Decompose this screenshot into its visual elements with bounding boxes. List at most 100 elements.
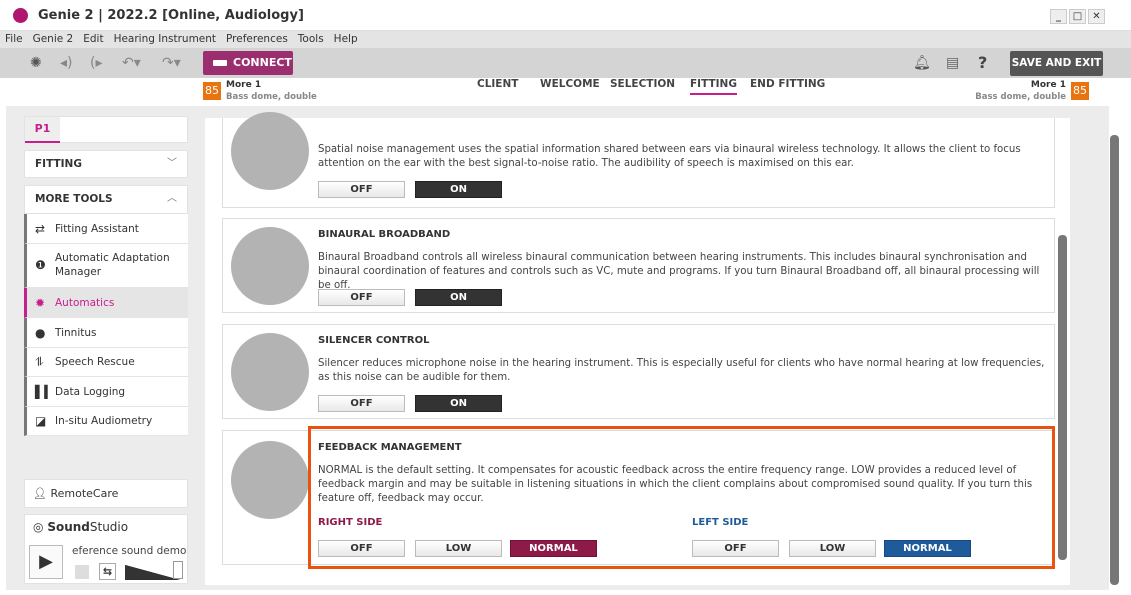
sidebar-item-tinnitus[interactable]: ● Tinnitus — [24, 318, 188, 348]
sidebar-item-label: Fitting Assistant — [55, 223, 139, 235]
tab-welcome[interactable]: WELCOME — [540, 78, 600, 90]
sidebar-item-label: Automatics — [55, 297, 115, 309]
silencer-off-button[interactable]: OFF — [318, 395, 405, 412]
remotecare-icon: 👤︎ — [33, 487, 47, 500]
menu-tools[interactable]: Tools — [293, 31, 329, 47]
card-description: Silencer reduces microphone noise in the… — [318, 358, 1045, 383]
card-title: BINAURAL BROADBAND — [318, 229, 451, 240]
silencer-on-button[interactable]: ON — [415, 395, 502, 412]
sidebar-item-label: In-situ Audiometry — [55, 415, 153, 427]
soundstudio-icon: ◎ — [33, 520, 44, 534]
spatial-off-button[interactable]: OFF — [318, 181, 405, 198]
spatial-noise-card: Spatial noise management uses the spatia… — [222, 112, 1055, 208]
tab-client[interactable]: CLIENT — [477, 78, 518, 90]
title-bar: Genie 2 | 2022.2 [Online, Audiology] _ □… — [0, 0, 1131, 31]
save-and-exit-button[interactable]: SAVE AND EXIT — [1010, 51, 1103, 76]
speaker-left-icon[interactable]: ◂) — [60, 55, 73, 71]
play-button[interactable]: ▶ — [29, 545, 63, 579]
spatial-noise-icon — [231, 112, 309, 190]
sidebar-item-label: Data Logging — [55, 386, 126, 398]
right-program: More 1 — [226, 80, 262, 90]
sidebar-item-automatics[interactable]: ✹ Automatics — [24, 288, 188, 318]
binaural-broadband-icon — [231, 227, 309, 305]
right-dome: Bass dome, double — [226, 92, 317, 102]
gear-icon: ✹ — [35, 296, 46, 310]
left-dome: Bass dome, double — [975, 92, 1066, 102]
sliders-icon: ⇄ — [35, 222, 46, 236]
sidebar-item-label: Automatic Adaptation Manager — [55, 252, 170, 278]
sidebar-item-automatic-adaptation-manager[interactable]: ❶ Automatic Adaptation Manager — [24, 244, 188, 288]
tab-p1[interactable]: P1 — [25, 117, 60, 143]
card-title: SILENCER CONTROL — [318, 335, 430, 346]
microphone-icon — [231, 333, 309, 411]
remotecare-label: RemoteCare — [50, 487, 119, 500]
sidebar-item-label: Tinnitus — [55, 327, 97, 339]
fitting-header: FITTING — [35, 158, 82, 170]
toolbar: ✺ ◂) (▸ ↶▾ ↷▾ 🔔︎ ▤ ? — [0, 48, 1131, 78]
tab-selection[interactable]: SELECTION — [610, 78, 675, 90]
sidebar-item-fitting-assistant[interactable]: ⇄ Fitting Assistant — [24, 214, 188, 244]
menu-preferences[interactable]: Preferences — [221, 31, 293, 47]
document-icon[interactable]: ▤ — [946, 55, 959, 71]
tab-end-fitting[interactable]: END FITTING — [750, 78, 825, 90]
menu-bar: File Genie 2 Edit Hearing Instrument Prefere… — [0, 31, 1131, 48]
sidebar-item-data-logging[interactable]: ▌▍ Data Logging — [24, 377, 188, 407]
window-scrollbar[interactable] — [1110, 135, 1119, 585]
connect-button[interactable]: CONNECT — [203, 51, 293, 75]
soundstudio-logo: Sound — [47, 520, 90, 534]
more-tools-section[interactable]: MORE TOOLS ︿ — [24, 185, 188, 214]
close-button[interactable]: ✕ — [1088, 9, 1105, 24]
sidebar-item-in-situ-audiometry[interactable]: ◪ In-situ Audiometry — [24, 407, 188, 436]
panel-scrollbar[interactable] — [1058, 235, 1067, 560]
fitting-section[interactable]: FITTING ﹀ — [24, 150, 188, 178]
bar-chart-icon: ▌▍ — [35, 385, 54, 399]
chevron-up-icon: ︿ — [167, 193, 177, 204]
bell-icon[interactable]: 🔔︎ — [913, 55, 931, 71]
program-tabs: P1 — [24, 116, 188, 143]
more-tools-header: MORE TOOLS — [35, 193, 113, 205]
head-icon: ● — [35, 326, 46, 340]
menu-file[interactable]: File — [0, 31, 28, 47]
stop-button[interactable] — [75, 565, 89, 579]
volume-slider[interactable] — [125, 565, 180, 580]
chevron-down-icon: ﹀ — [167, 158, 177, 169]
highlight-frame — [308, 426, 1055, 569]
volume-slider-handle[interactable] — [173, 561, 183, 579]
undo-icon[interactable]: ↶▾ — [122, 55, 141, 71]
card-description: Binaural Broadband controls all wireless… — [318, 252, 1040, 291]
loop-icon[interactable]: ⇆ — [99, 563, 116, 580]
reference-sound-demo-label: eference sound demo — [72, 545, 187, 557]
menu-hearing-instrument[interactable]: Hearing Instrument — [109, 31, 221, 47]
feedback-shield-icon — [231, 441, 309, 519]
tab-fitting[interactable]: FITTING — [690, 78, 737, 95]
soundstudio-logo-rest: Studio — [89, 520, 129, 534]
help-icon[interactable]: ? — [978, 53, 987, 72]
speaker-right-icon[interactable]: (▸ — [90, 55, 103, 71]
redo-icon[interactable]: ↷▾ — [162, 55, 181, 71]
card-description: Spatial noise management uses the spatia… — [318, 144, 1021, 169]
adaptation-icon: ❶ — [35, 258, 46, 272]
menu-edit[interactable]: Edit — [78, 31, 108, 47]
binaural-off-button[interactable]: OFF — [318, 289, 405, 306]
right-instrument-badge[interactable]: 85 — [203, 82, 221, 100]
soundstudio-panel: ◎ SoundStudio ▶ eference sound demo ⇆ — [24, 514, 188, 584]
connect-label: CONNECT — [233, 56, 292, 69]
plug-icon — [213, 60, 227, 66]
menu-help[interactable]: Help — [329, 31, 363, 47]
menu-genie2[interactable]: Genie 2 — [28, 31, 79, 47]
binaural-broadband-card: BINAURAL BROADBAND Binaural Broadband co… — [222, 218, 1055, 313]
left-instrument-badge[interactable]: 85 — [1071, 82, 1089, 100]
maximize-button[interactable]: □ — [1069, 9, 1086, 24]
genie-logo-icon — [13, 8, 28, 23]
audiometry-icon: ◪ — [35, 414, 47, 428]
sidebar-item-speech-rescue[interactable]: ⥮ Speech Rescue — [24, 348, 188, 377]
binaural-on-button[interactable]: ON — [415, 289, 502, 306]
sidebar-item-label: Speech Rescue — [55, 356, 135, 368]
left-program: More 1 — [1030, 80, 1066, 90]
minimize-button[interactable]: _ — [1050, 9, 1067, 24]
silencer-control-card: SILENCER CONTROL Silencer reduces microp… — [222, 324, 1055, 419]
target-icon[interactable]: ✺ — [30, 55, 42, 71]
spatial-on-button[interactable]: ON — [415, 181, 502, 198]
remotecare-button[interactable]: 👤︎ RemoteCare — [24, 479, 188, 508]
window-title: Genie 2 | 2022.2 [Online, Audiology] — [38, 8, 304, 23]
